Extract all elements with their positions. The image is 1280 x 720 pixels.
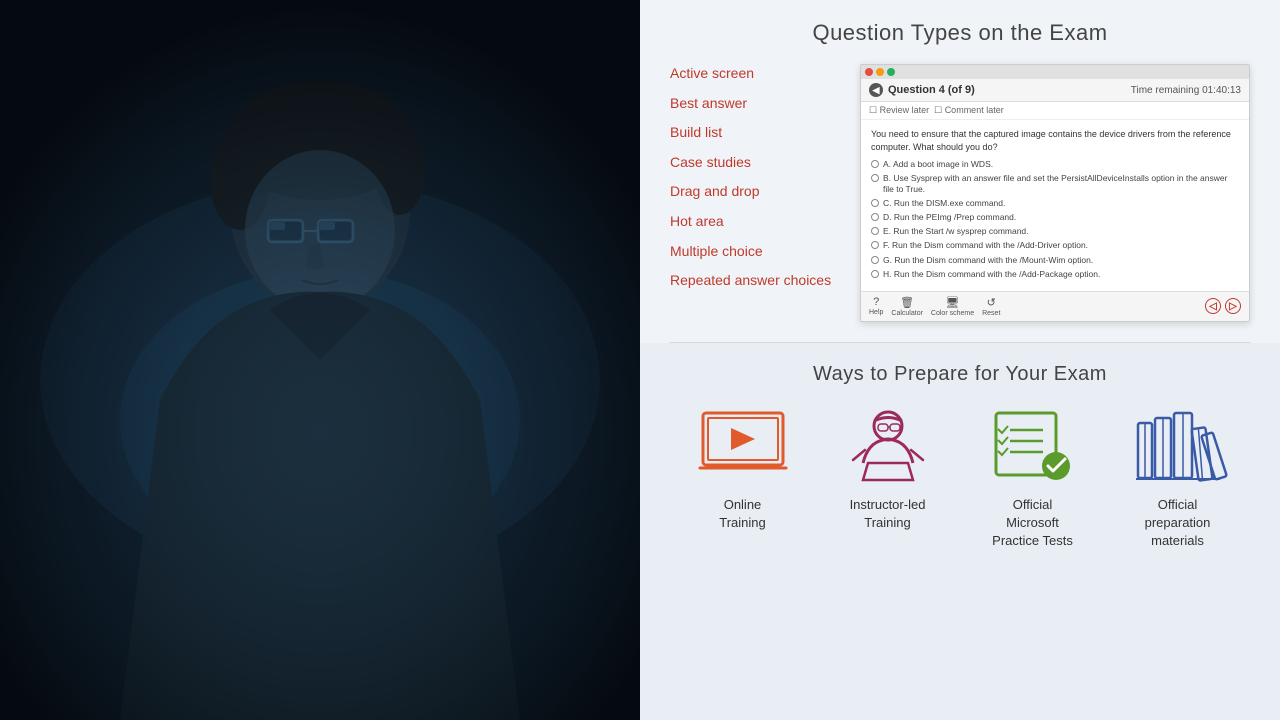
- question-types-section: Question Types on the Exam Active screen…: [640, 0, 1280, 342]
- option-c: C. Run the DISM.exe command.: [871, 198, 1239, 209]
- qt-item-build-list[interactable]: Build list: [670, 123, 840, 143]
- option-a: A. Add a boot image in WDS.: [871, 159, 1239, 170]
- qt-item-best-answer[interactable]: Best answer: [670, 94, 840, 114]
- footer-icons: ? Help 🗑 Calculator 🖥 Color scheme ↺: [869, 296, 1000, 317]
- radio-b[interactable]: [871, 174, 879, 182]
- qt-item-active-screen[interactable]: Active screen: [670, 64, 840, 84]
- practice-tests-label: OfficialMicrosoftPractice Tests: [992, 496, 1073, 551]
- checklist-icon: [988, 406, 1078, 486]
- radio-h[interactable]: [871, 270, 879, 278]
- radio-d[interactable]: [871, 213, 879, 221]
- help-icon[interactable]: ? Help: [869, 296, 883, 317]
- mockup-footer: ? Help 🗑 Calculator 🖥 Color scheme ↺: [861, 291, 1249, 321]
- radio-c[interactable]: [871, 199, 879, 207]
- option-b: B. Use Sysprep with an answer file and s…: [871, 173, 1239, 195]
- prepare-item-materials: Officialpreparationmaterials: [1113, 406, 1243, 551]
- qt-content: Active screen Best answer Build list Cas…: [670, 64, 1250, 322]
- color-scheme-icon[interactable]: 🖥 Color scheme: [931, 296, 974, 317]
- qt-item-repeated-answer[interactable]: Repeated answer choices: [670, 271, 840, 291]
- photo-panel: [0, 0, 640, 720]
- calculator-icon[interactable]: 🗑 Calculator: [891, 296, 923, 317]
- laptop-play-icon: [698, 406, 788, 486]
- radio-g[interactable]: [871, 256, 879, 264]
- exam-mockup: ◀ Question 4 (of 9) Time remaining 01:40…: [860, 64, 1250, 322]
- next-button[interactable]: ▷: [1225, 298, 1241, 314]
- qt-item-drag-drop[interactable]: Drag and drop: [670, 182, 840, 202]
- books-icon: [1133, 406, 1223, 486]
- question-types-title: Question Types on the Exam: [670, 20, 1250, 46]
- qt-item-multiple-choice[interactable]: Multiple choice: [670, 242, 840, 262]
- instructor-label: Instructor-ledTraining: [850, 496, 926, 532]
- qt-list: Active screen Best answer Build list Cas…: [670, 64, 840, 291]
- timer: Time remaining 01:40:13: [1131, 85, 1241, 96]
- radio-a[interactable]: [871, 160, 879, 168]
- reset-icon[interactable]: ↺ Reset: [982, 296, 1000, 317]
- prev-button[interactable]: ◁: [1205, 298, 1221, 314]
- question-text: You need to ensure that the captured ima…: [871, 128, 1239, 153]
- option-h: H. Run the Dism command with the /Add-Pa…: [871, 269, 1239, 280]
- mockup-header: ◀ Question 4 (of 9) Time remaining 01:40…: [861, 79, 1249, 102]
- person-silhouette: [0, 0, 640, 720]
- instructor-icon: [843, 406, 933, 486]
- qt-item-case-studies[interactable]: Case studies: [670, 153, 840, 173]
- prepare-item-online: OnlineTraining: [678, 406, 808, 532]
- radio-e[interactable]: [871, 227, 879, 235]
- radio-f[interactable]: [871, 241, 879, 249]
- maximize-btn: [887, 68, 895, 76]
- footer-nav: ◁ ▷: [1205, 298, 1241, 314]
- content-panel: Question Types on the Exam Active screen…: [640, 0, 1280, 720]
- option-e: E. Run the Start /w sysprep command.: [871, 226, 1239, 237]
- prepare-item-practice: OfficialMicrosoftPractice Tests: [968, 406, 1098, 551]
- prepare-item-instructor: Instructor-ledTraining: [823, 406, 953, 532]
- mockup-checkboxes: ☐ Review later ☐ Comment later: [861, 102, 1249, 120]
- back-button[interactable]: ◀: [869, 83, 883, 97]
- online-training-label: OnlineTraining: [719, 496, 765, 532]
- qt-item-hot-area[interactable]: Hot area: [670, 212, 840, 232]
- prepare-icons: OnlineTraining: [678, 406, 1243, 551]
- prepare-title: Ways to Prepare for Your Exam: [813, 363, 1107, 386]
- question-number: ◀ Question 4 (of 9): [869, 83, 975, 97]
- option-f: F. Run the Dism command with the /Add-Dr…: [871, 240, 1239, 251]
- minimize-btn: [876, 68, 884, 76]
- mockup-titlebar: [861, 65, 1249, 79]
- materials-label: Officialpreparationmaterials: [1145, 496, 1211, 551]
- mockup-body: You need to ensure that the captured ima…: [861, 120, 1249, 291]
- close-btn: [865, 68, 873, 76]
- prepare-section: Ways to Prepare for Your Exam: [640, 343, 1280, 720]
- option-d: D. Run the PEImg /Prep command.: [871, 212, 1239, 223]
- option-g: G. Run the Dism command with the /Mount-…: [871, 255, 1239, 266]
